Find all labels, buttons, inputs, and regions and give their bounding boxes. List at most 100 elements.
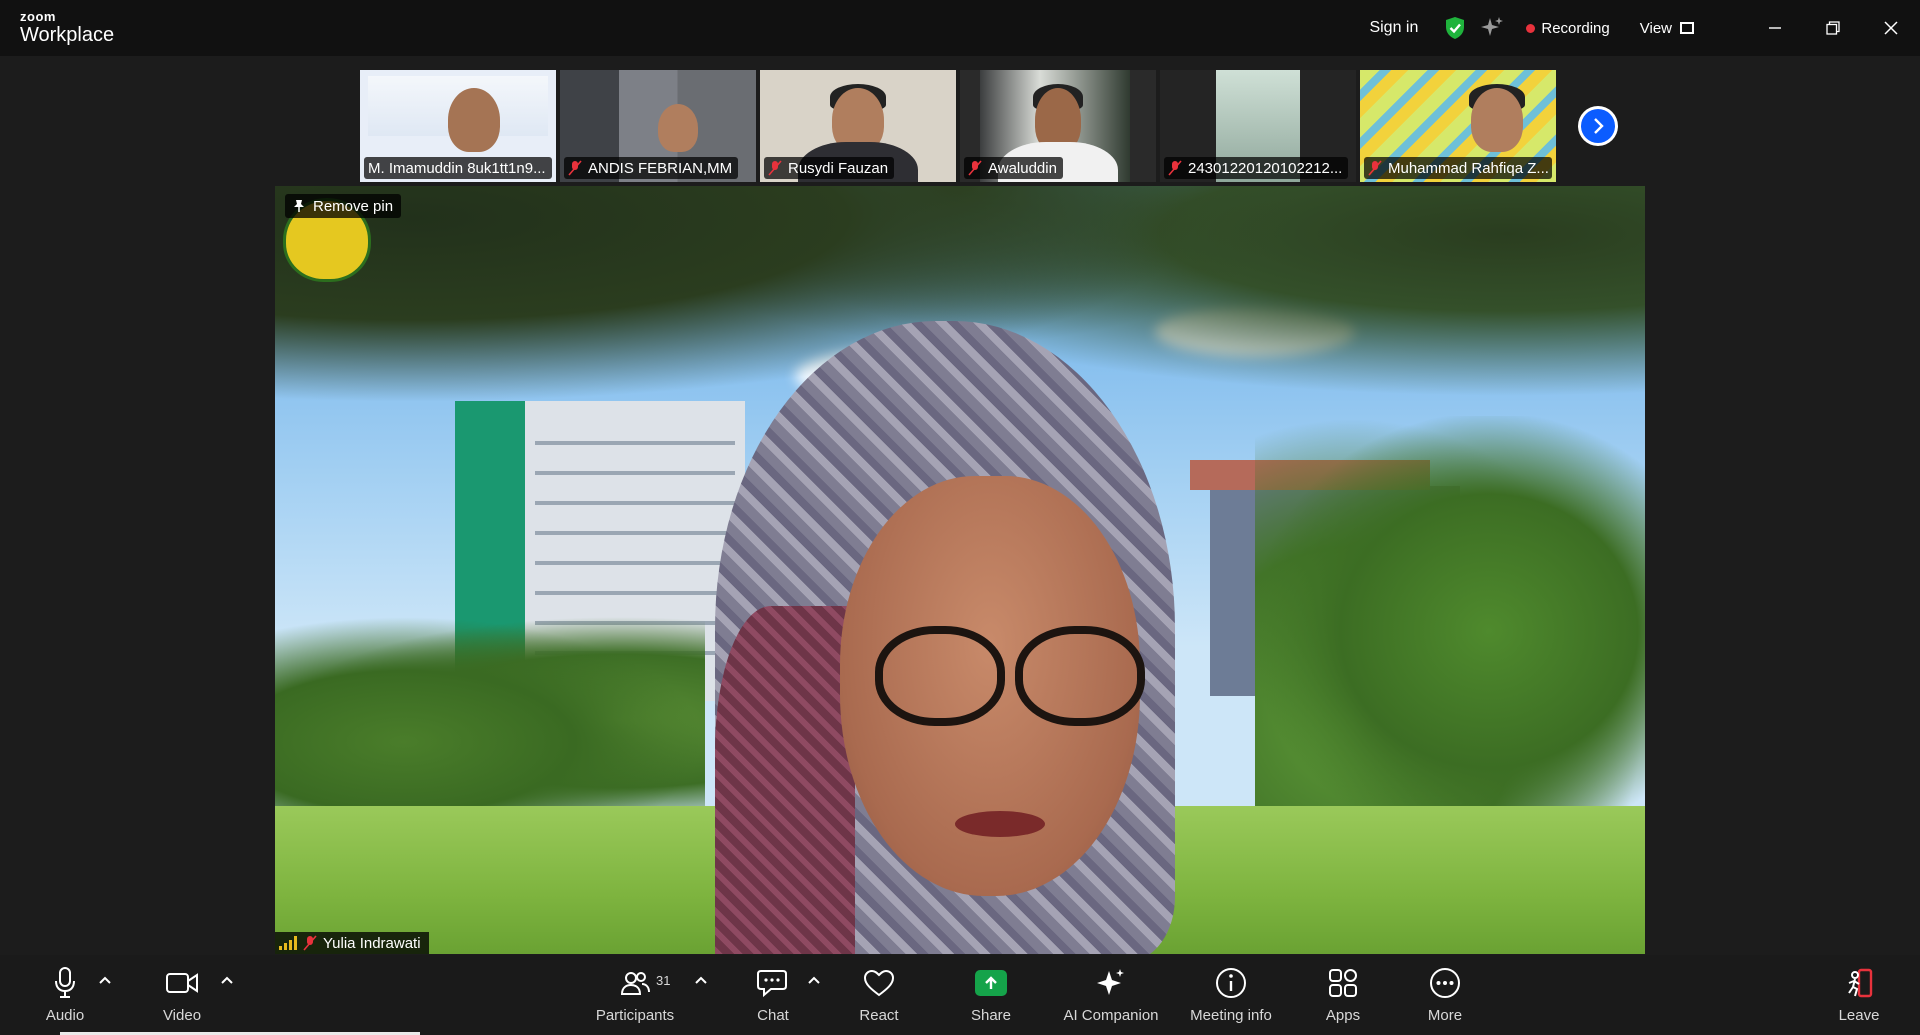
grid-view-icon [1680,22,1694,34]
participant-name-tag: Muhammad Rahfiqa Z... [1364,157,1552,179]
close-icon [1884,21,1898,35]
ai-companion-sparkle-icon [1097,969,1124,995]
participant-name-tag: M. Imamuddin 8uk1tt1n9... [364,157,552,179]
info-icon [1216,968,1246,998]
more-dots-icon [1430,968,1460,998]
leave-button[interactable]: Leave [1804,965,1914,1024]
chevron-right-icon [1594,118,1604,134]
share-label: Share [970,1007,1012,1024]
participant-name-tag: Rusydi Fauzan [764,157,895,179]
video-label: Video [162,1007,202,1024]
chat-button[interactable]: Chat [718,965,828,1024]
microphone-icon [55,967,75,998]
meeting-stage: M. Imamuddin 8uk1tt1n9... ANDIS FEBRIAN,… [0,56,1920,955]
muted-mic-icon [1368,160,1382,176]
video-trees [275,616,705,826]
restore-icon [1826,21,1840,35]
view-button[interactable]: View [1640,20,1694,37]
recording-indicator[interactable]: Recording [1526,19,1610,37]
participants-options-chevron-up-icon[interactable] [694,975,708,985]
participant-name: Awaluddin [988,159,1057,177]
participant-tile[interactable]: M. Imamuddin 8uk1tt1n9... [360,70,556,182]
meeting-toolbar: Audio Video Participants 31 Chat React S… [0,955,1920,1035]
leave-label: Leave [1838,1007,1880,1024]
brand-large: Workplace [20,24,115,46]
participants-button[interactable]: Participants [580,965,690,1024]
chat-options-chevron-up-icon[interactable] [807,975,821,985]
participant-name: Muhammad Rahfiqa Z... [1388,159,1549,177]
video-button[interactable]: Video [127,965,237,1024]
participants-label: Participants [595,1007,675,1024]
participant-name: M. Imamuddin 8uk1tt1n9... [368,159,546,177]
participant-tile[interactable]: Rusydi Fauzan [760,70,956,182]
video-camera-icon [166,973,198,993]
heart-icon [863,969,895,997]
muted-mic-icon [1168,160,1182,176]
chat-icon [757,970,787,998]
signal-strength-icon [279,936,297,950]
ai-sparkle-icon[interactable] [1480,16,1504,40]
participant-avatar [1471,88,1524,152]
participant-name: 24301220120102212... [1188,159,1343,177]
close-button[interactable] [1862,0,1920,56]
participant-tile[interactable]: ANDIS FEBRIAN,MM [560,70,756,182]
participant-tile[interactable]: Awaluddin [960,70,1156,182]
meeting-info-button[interactable]: Meeting info [1176,965,1286,1024]
recording-label: Recording [1541,19,1610,37]
view-label: View [1639,19,1672,37]
audio-label: Audio [45,1007,85,1024]
title-bar: zoom Workplace Sign in Recording View [0,0,1920,56]
muted-mic-icon [303,935,317,951]
brand-small: zoom [20,9,56,24]
participants-icon [620,972,650,995]
next-page-button[interactable] [1578,106,1618,146]
app-logo: zoom Workplace [20,10,114,45]
minimize-icon [1769,27,1781,29]
speaker-name: Yulia Indrawati [323,934,421,952]
speaker-hijab-shadow [715,606,855,954]
participant-name-tag: Awaluddin [964,157,1063,179]
more-button[interactable]: More [1390,965,1500,1024]
apps-button[interactable]: Apps [1288,965,1398,1024]
chat-label: Chat [757,1007,789,1024]
ai-companion-label: AI Companion [1063,1007,1159,1024]
participant-tile[interactable]: 24301220120102212... [1160,70,1356,182]
muted-mic-icon [768,160,782,176]
sign-in-button[interactable]: Sign in [1369,19,1418,37]
leave-icon [1848,968,1873,998]
participant-name: Rusydi Fauzan [788,159,889,177]
speaker-lips [955,811,1045,837]
audio-options-chevron-up-icon[interactable] [98,975,112,985]
minimize-button[interactable] [1746,0,1804,56]
participant-name: ANDIS FEBRIAN,MM [588,159,733,177]
remove-pin-label: Remove pin [313,197,394,215]
participant-avatar [657,104,698,152]
remove-pin-button[interactable]: Remove pin [285,194,402,218]
speaker-name-tag: Yulia Indrawati [275,932,429,954]
pin-icon [294,200,304,212]
speaker-glasses [1015,626,1145,726]
apps-label: Apps [1325,1007,1361,1024]
participant-name-tag: 24301220120102212... [1164,157,1349,179]
share-button[interactable]: Share [936,965,1046,1024]
participant-tile[interactable]: Muhammad Rahfiqa Z... [1360,70,1556,182]
ai-companion-button[interactable]: AI Companion [1055,965,1167,1024]
muted-mic-icon [968,160,982,176]
active-speaker-video[interactable]: Remove pin Yulia Indrawati [275,186,1645,954]
restore-button[interactable] [1804,0,1862,56]
more-label: More [1427,1007,1463,1024]
participant-count-badge: 31 [656,973,671,988]
security-shield-icon[interactable] [1444,16,1466,40]
muted-mic-icon [568,160,582,176]
react-label: React [859,1007,899,1024]
participant-avatar [447,88,500,152]
gallery-strip: M. Imamuddin 8uk1tt1n9... ANDIS FEBRIAN,… [360,70,1556,182]
audio-button[interactable]: Audio [10,965,120,1024]
apps-icon [1329,969,1357,997]
react-button[interactable]: React [824,965,934,1024]
speaker-glasses [875,626,1005,726]
meeting-info-label: Meeting info [1190,1007,1272,1024]
participant-name-tag: ANDIS FEBRIAN,MM [564,157,739,179]
video-options-chevron-up-icon[interactable] [220,975,234,985]
share-screen-icon [975,970,1007,996]
